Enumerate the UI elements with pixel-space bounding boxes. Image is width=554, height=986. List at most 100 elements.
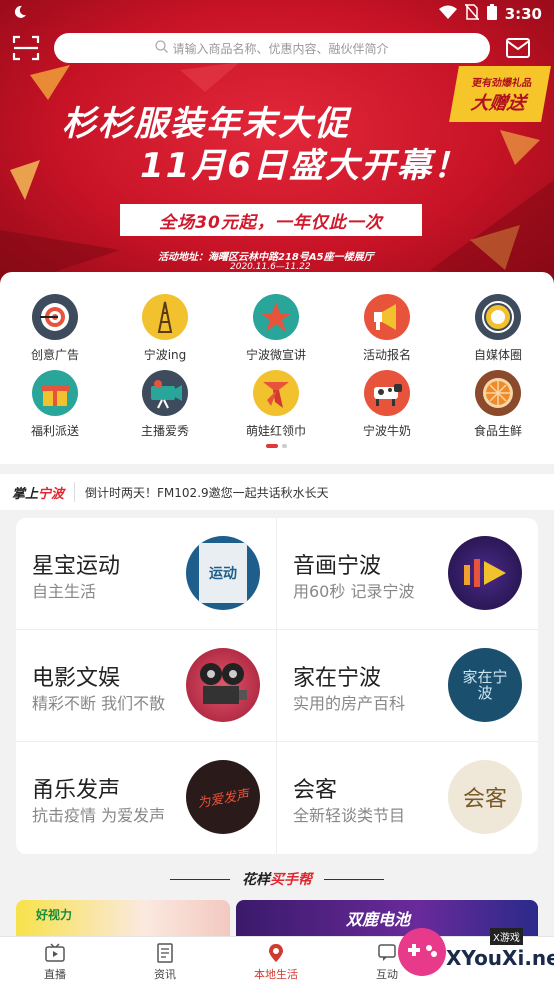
banner-dates: 2020.11.6—11.22 <box>230 262 311 272</box>
program-thumb-text: 会客 <box>462 787 507 812</box>
nav-label: 资讯 <box>154 968 176 981</box>
program-title: 甬乐发声 <box>32 778 121 803</box>
category-grid: 创意广告 宁波ing 宁波微宣讲 活动报名 自媒体圈 福利派送 主播爱秀 萌娃红… <box>0 272 554 464</box>
no-sim-icon <box>464 3 480 24</box>
grid-item-anchor-show[interactable]: 主播爱秀 <box>110 370 220 439</box>
nav-tab-local-life[interactable]: 本地生活 <box>221 943 331 982</box>
nav-tab-live[interactable]: 直播 <box>0 943 110 982</box>
program-thumbnail: 家在宁波 <box>448 648 522 722</box>
program-subtitle: 抗击疫情 为爱发声 <box>32 806 166 825</box>
promo-banner[interactable]: 3:30 请输入商品名称、优惠内容、融伙伴简介 更有劲爆礼品 大赠送 杉杉服装年… <box>0 0 554 290</box>
grid-item-label: 食品生鲜 <box>473 424 522 438</box>
scan-icon[interactable] <box>12 35 40 61</box>
program-title: 星宝运动 <box>32 554 121 579</box>
program-grid: 星宝运动 自主生活 运动 音画宁波 用60秒 记录宁波 电影文娱 精彩不断 我们… <box>16 518 538 854</box>
nav-label: 本地生活 <box>254 968 298 981</box>
grid-item-label: 宁波ing <box>143 348 187 362</box>
program-thumbnail <box>448 536 522 610</box>
page-indicator <box>266 444 287 448</box>
program-card-home[interactable]: 家在宁波 实用的房产百科 家在宁波 <box>277 630 538 742</box>
gift-badge-line2: 大赠送 <box>469 92 528 114</box>
grid-item-label: 宁波牛奶 <box>362 424 411 438</box>
chat-icon <box>376 943 398 963</box>
section-title: 花样买手帮 <box>242 869 312 889</box>
program-thumb-text: 为爱发声 <box>196 787 251 811</box>
tower-icon <box>142 294 188 340</box>
ticker-text: 倒计时两天！FM102.9邀您一起共话秋水长天 <box>85 485 329 500</box>
star-icon <box>253 294 299 340</box>
program-title: 家在宁波 <box>293 666 382 691</box>
grid-item-red-scarf[interactable]: 萌娃红领巾 <box>221 370 331 439</box>
promo-text: 好视力 <box>36 908 73 922</box>
wifi-icon <box>438 5 457 23</box>
program-subtitle: 用60秒 记录宁波 <box>293 582 415 601</box>
gamepad-icon <box>398 928 446 976</box>
program-thumb-text: 家在宁波 <box>462 667 508 702</box>
section-line-right <box>324 878 384 880</box>
grid-item-ningbo-ing[interactable]: 宁波ing <box>110 294 220 363</box>
grid-item-label: 活动报名 <box>362 348 411 362</box>
grid-item-label: 宁波微宣讲 <box>245 348 306 362</box>
nav-label: 直播 <box>44 968 66 981</box>
program-thumb-text: 运动 <box>209 566 237 582</box>
search-input[interactable]: 请输入商品名称、优惠内容、融伙伴简介 <box>54 33 490 63</box>
program-thumbnail <box>186 648 260 722</box>
program-subtitle: 全新轻谈类节目 <box>293 806 406 825</box>
tv-icon <box>44 943 66 963</box>
clock: 3:30 <box>504 5 542 23</box>
grid-item-label: 萌娃红领巾 <box>245 424 306 438</box>
media-icon <box>475 294 521 340</box>
grid-item-fresh-food[interactable]: 食品生鲜 <box>443 370 553 439</box>
program-subtitle: 精彩不断 我们不散 <box>32 694 166 713</box>
gift-badge-line1: 更有劲爆礼品 <box>470 77 533 89</box>
promo-card-left[interactable]: 好视力 <box>16 900 230 940</box>
news-icon <box>154 943 176 963</box>
play-icon <box>464 559 506 587</box>
banner-address: 活动地址：海曙区云林中路218号A5座一楼展厅 <box>158 252 374 263</box>
film-projector-icon <box>200 663 247 704</box>
grid-item-ningbo-milk[interactable]: 宁波牛奶 <box>332 370 442 439</box>
nav-tab-news[interactable]: 资讯 <box>110 943 220 982</box>
program-card-huike[interactable]: 会客 全新轻谈类节目 会客 <box>277 742 538 854</box>
grid-item-label: 福利派送 <box>30 424 79 438</box>
grid-item-welfare[interactable]: 福利派送 <box>0 370 110 439</box>
program-card-yinhua[interactable]: 音画宁波 用60秒 记录宁波 <box>277 518 538 630</box>
grid-item-label: 自媒体圈 <box>473 348 522 362</box>
megaphone-icon <box>364 294 410 340</box>
section-title-left: 花样 <box>242 872 270 888</box>
program-subtitle: 实用的房产百科 <box>293 694 406 713</box>
night-mode-icon <box>12 4 28 24</box>
program-card-xingbao[interactable]: 星宝运动 自主生活 运动 <box>16 518 277 630</box>
ticker-divider <box>74 482 76 502</box>
program-title: 音画宁波 <box>293 554 382 579</box>
message-icon[interactable] <box>506 38 530 58</box>
watermark: X游戏 XYouXi.net <box>396 926 554 978</box>
search-icon <box>155 40 169 56</box>
grid-item-we-media[interactable]: 自媒体圈 <box>443 294 553 363</box>
page-indicator-active <box>266 444 278 448</box>
grid-item-micro-lecture[interactable]: 宁波微宣讲 <box>221 294 331 363</box>
cow-icon <box>364 370 410 416</box>
banner-subtitle: 全场30元起，一年仅此一次 <box>120 204 422 236</box>
grid-item-creative-ads[interactable]: 创意广告 <box>0 294 110 363</box>
program-card-yongle[interactable]: 甬乐发声 抗击疫情 为爱发声 为爱发声 <box>16 742 277 854</box>
section-line-left <box>170 878 230 880</box>
grid-item-label: 创意广告 <box>30 348 79 362</box>
search-placeholder: 请输入商品名称、优惠内容、融伙伴简介 <box>172 41 389 56</box>
banner-title-line2: 11月6日盛大开幕！ <box>140 146 469 186</box>
news-ticker[interactable]: 掌上宁波 倒计时两天！FM102.9邀您一起共话秋水长天 <box>0 474 554 510</box>
ticker-brand: 掌上宁波 <box>12 483 64 502</box>
status-bar: 3:30 <box>0 0 554 28</box>
program-subtitle: 自主生活 <box>32 582 97 601</box>
grid-item-event-signup[interactable]: 活动报名 <box>332 294 442 363</box>
ticker-brand-left: 掌上 <box>12 486 39 502</box>
gift-badge: 更有劲爆礼品 大赠送 <box>449 66 551 122</box>
camera-icon <box>142 370 188 416</box>
location-icon <box>265 943 287 963</box>
gift-icon <box>32 370 78 416</box>
program-title: 会客 <box>293 778 338 803</box>
ticker-brand-right: 宁波 <box>38 486 65 502</box>
page-indicator-inactive <box>282 444 287 448</box>
program-card-movie[interactable]: 电影文娱 精彩不断 我们不散 <box>16 630 277 742</box>
program-title: 电影文娱 <box>32 666 121 691</box>
